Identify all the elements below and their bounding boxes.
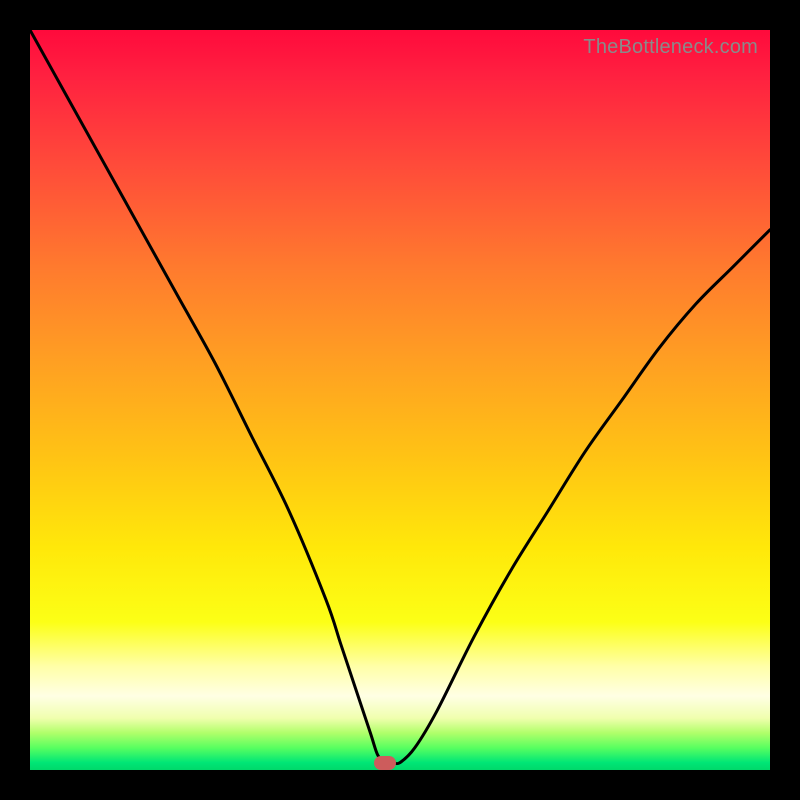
minimum-marker — [374, 756, 396, 770]
curve-path — [30, 30, 770, 764]
bottleneck-curve — [30, 30, 770, 770]
plot-area: TheBottleneck.com — [30, 30, 770, 770]
chart-frame: TheBottleneck.com — [0, 0, 800, 800]
